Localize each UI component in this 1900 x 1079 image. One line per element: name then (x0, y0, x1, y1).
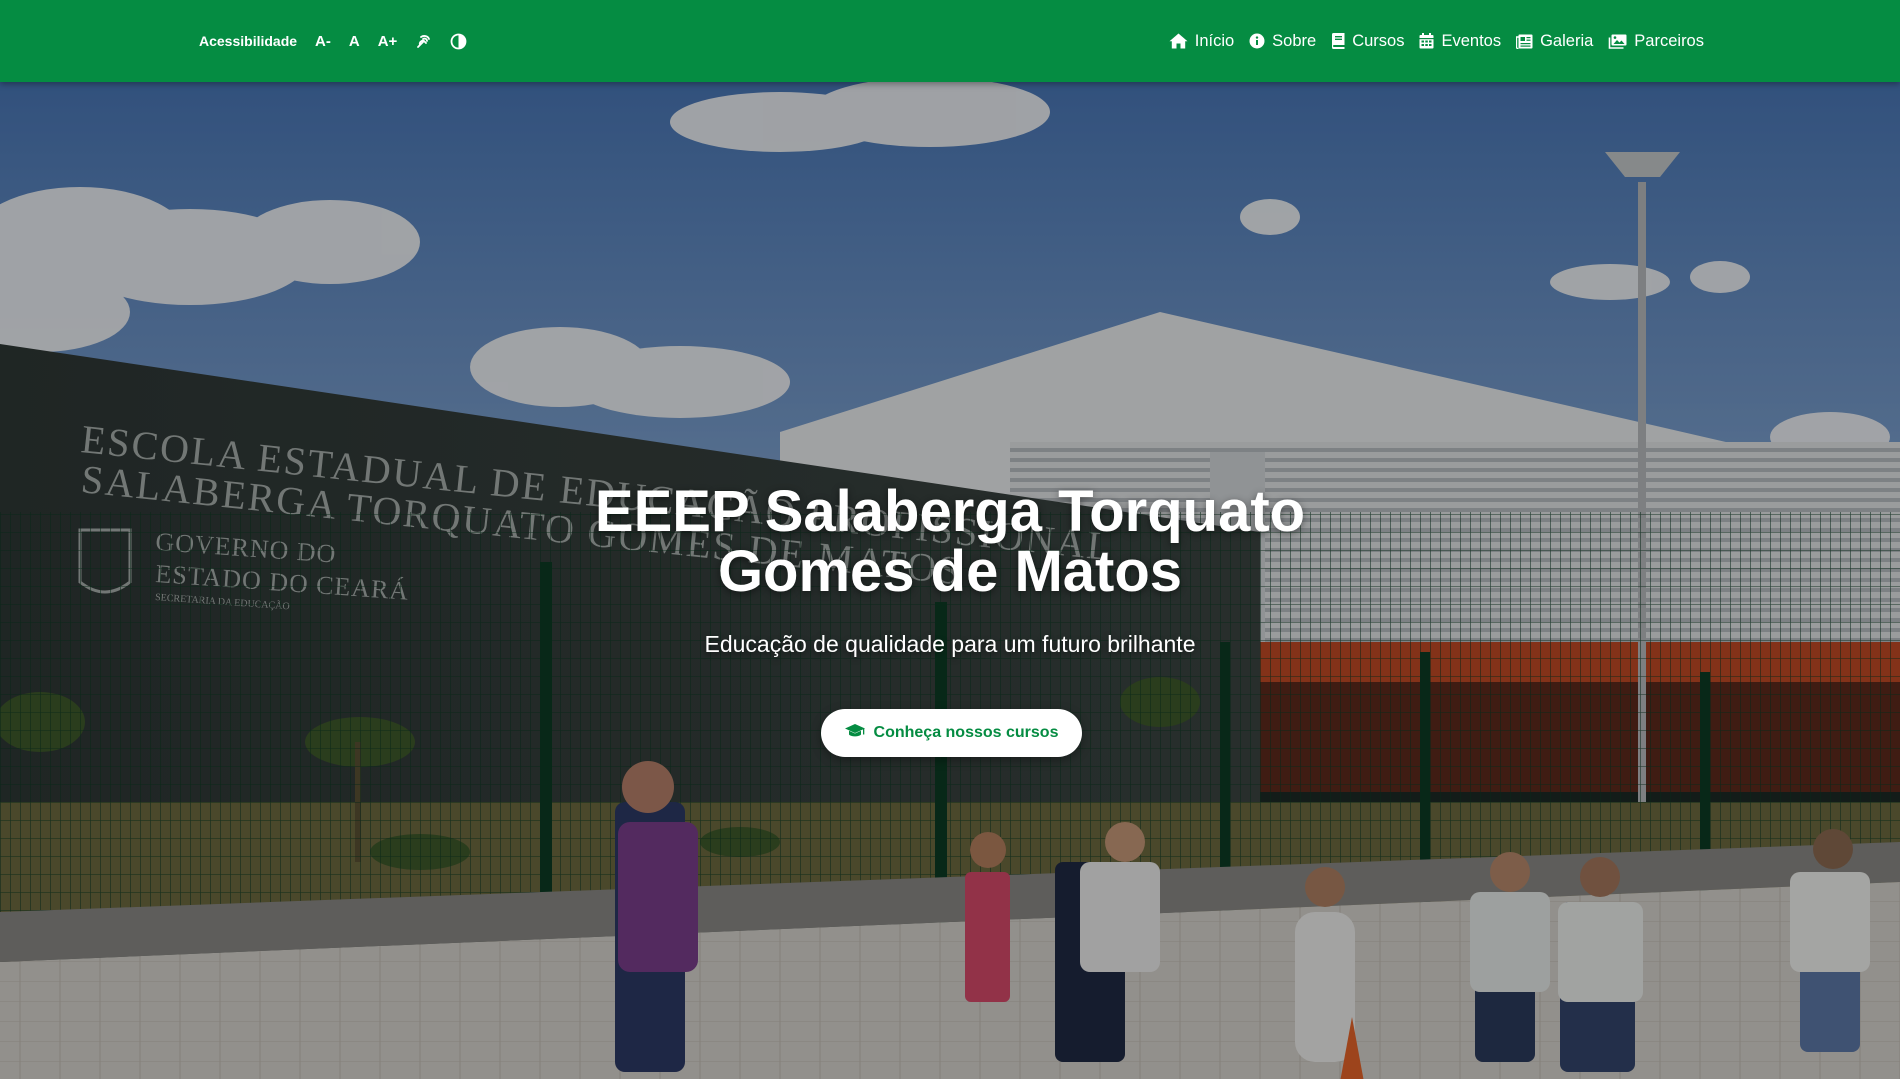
courses-cta-button[interactable]: Conheça nossos cursos (821, 709, 1082, 757)
book-icon (1331, 33, 1345, 49)
hero-title: EEEP Salaberga Torquato Gomes de Matos (450, 482, 1450, 602)
hero-title-line-2: Gomes de Matos (717, 539, 1183, 604)
cta-label: Conheça nossos cursos (873, 724, 1059, 741)
home-icon (1169, 33, 1188, 49)
accessibility-label: Acessibilidade (199, 33, 298, 49)
nav-item-eventos[interactable]: Eventos (1419, 32, 1501, 51)
hero-subtitle: Educação de qualidade para um futuro bri… (704, 631, 1196, 657)
font-increase-button[interactable]: A+ (376, 33, 400, 50)
nav-label: Parceiros (1634, 31, 1704, 50)
images-icon (1608, 34, 1627, 49)
top-navbar: Acessibilidade A- A A+ Início Sobre Curs… (0, 0, 1900, 82)
nav-label: Cursos (1352, 31, 1405, 50)
font-reset-button[interactable]: A (347, 33, 362, 50)
hero-section: ESCOLA ESTADUAL DE EDUCAÇÃO PROFISSIONAL… (0, 82, 1900, 1079)
nav-item-inicio[interactable]: Início (1169, 32, 1234, 51)
nav-item-galeria[interactable]: Galeria (1516, 32, 1593, 51)
graduation-cap-icon (844, 723, 865, 743)
nav-item-parceiros[interactable]: Parceiros (1608, 32, 1704, 51)
sign-language-icon[interactable] (413, 33, 434, 50)
main-nav: Início Sobre Cursos Eventos Galeria Parc… (1169, 0, 1704, 82)
nav-label: Sobre (1272, 31, 1317, 50)
nav-label: Eventos (1441, 31, 1502, 50)
nav-label: Início (1194, 31, 1235, 50)
newspaper-icon (1516, 34, 1533, 49)
info-circle-icon (1249, 33, 1265, 49)
contrast-icon[interactable] (448, 33, 469, 50)
accessibility-toolbar: Acessibilidade A- A A+ (199, 0, 469, 82)
font-decrease-button[interactable]: A- (313, 33, 333, 50)
nav-item-sobre[interactable]: Sobre (1249, 32, 1316, 51)
calendar-icon (1419, 33, 1434, 49)
hero-title-line-1: EEEP Salaberga Torquato (594, 479, 1306, 544)
nav-label: Galeria (1540, 31, 1594, 50)
nav-item-cursos[interactable]: Cursos (1331, 32, 1404, 51)
